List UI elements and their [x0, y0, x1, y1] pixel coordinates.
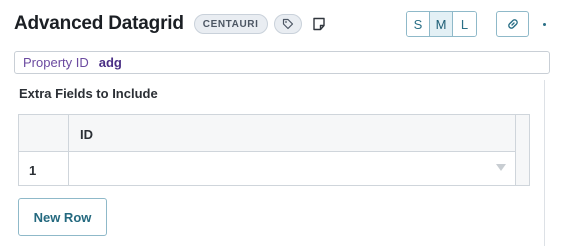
id-cell-dropdown[interactable]	[69, 152, 516, 185]
note-icon	[312, 17, 325, 31]
column-header-id[interactable]: ID	[69, 115, 516, 152]
size-large-button[interactable]: L	[453, 12, 476, 36]
size-medium-button[interactable]: M	[430, 12, 453, 36]
row-number-header	[19, 115, 69, 152]
size-small-button[interactable]: S	[407, 12, 430, 36]
tag-button[interactable]	[273, 14, 302, 34]
link-icon	[507, 19, 518, 29]
more-options-button[interactable]	[537, 11, 551, 37]
property-id-label: Property ID	[23, 55, 89, 70]
property-id-field[interactable]: Property ID adg	[14, 51, 550, 74]
property-id-value: adg	[98, 55, 122, 70]
component-title: Advanced Datagrid	[14, 13, 184, 34]
datagrid: ID 1	[18, 114, 530, 186]
note-button[interactable]	[310, 15, 328, 33]
tag-icon	[282, 18, 293, 30]
scrollbar-track[interactable]	[544, 80, 545, 246]
new-row-button[interactable]: New Row	[18, 198, 107, 236]
row-number: 1	[19, 152, 69, 185]
centauri-badge[interactable]: CENTAURI	[193, 14, 268, 34]
more-vertical-icon	[542, 22, 546, 26]
link-button[interactable]	[496, 11, 529, 37]
grid-filler-column	[516, 115, 529, 185]
datagrid-header-row: ID	[19, 115, 529, 152]
size-toggle-group: S M L	[406, 11, 477, 37]
table-row: 1	[19, 152, 529, 185]
caret-down-icon[interactable]	[496, 164, 506, 171]
section-label: Extra Fields to Include	[19, 86, 158, 101]
